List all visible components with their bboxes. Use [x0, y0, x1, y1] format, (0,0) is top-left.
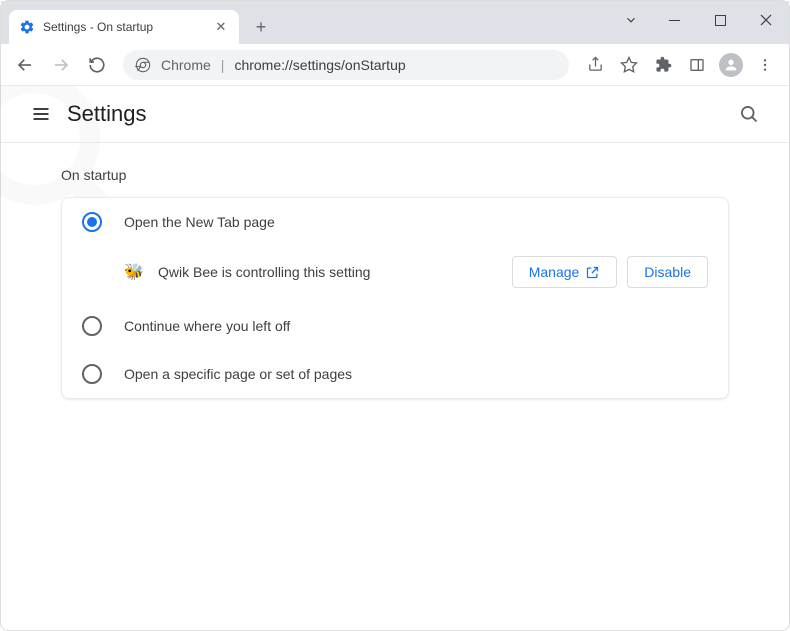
sidepanel-icon[interactable]	[681, 49, 713, 81]
chrome-icon	[135, 57, 151, 73]
back-button[interactable]	[9, 49, 41, 81]
radio-unselected[interactable]	[82, 316, 102, 336]
browser-tab[interactable]: Settings - On startup ✕	[9, 10, 239, 44]
reload-button[interactable]	[81, 49, 113, 81]
window-controls	[611, 1, 789, 39]
bookmark-star-icon[interactable]	[613, 49, 645, 81]
option-specific-pages[interactable]: Open a specific page or set of pages	[62, 350, 728, 398]
omnibox-separator: |	[221, 57, 225, 73]
share-icon[interactable]	[579, 49, 611, 81]
tab-title: Settings - On startup	[43, 20, 205, 34]
new-tab-button[interactable]: +	[247, 13, 275, 41]
startup-options-card: Open the New Tab page 🐝 Qwik Bee is cont…	[61, 197, 729, 399]
address-bar[interactable]: Chrome | chrome://settings/onStartup	[123, 50, 569, 80]
page-title: Settings	[67, 101, 147, 127]
tab-search-button[interactable]	[611, 1, 651, 39]
option-new-tab[interactable]: Open the New Tab page	[62, 198, 728, 246]
search-icon[interactable]	[729, 94, 769, 134]
radio-selected[interactable]	[82, 212, 102, 232]
manage-label: Manage	[529, 264, 580, 280]
disable-label: Disable	[644, 264, 691, 280]
gear-icon	[19, 19, 35, 35]
extension-text: Qwik Bee is controlling this setting	[158, 264, 498, 280]
extensions-icon[interactable]	[647, 49, 679, 81]
settings-header: Settings	[1, 86, 789, 143]
option-label: Continue where you left off	[124, 318, 290, 334]
option-continue[interactable]: Continue where you left off	[62, 302, 728, 350]
close-window-button[interactable]	[743, 1, 789, 39]
menu-dots-icon[interactable]	[749, 49, 781, 81]
settings-content: On startup Open the New Tab page 🐝 Qwik …	[1, 143, 789, 423]
external-link-icon	[585, 265, 600, 280]
minimize-button[interactable]	[651, 1, 697, 39]
forward-button[interactable]	[45, 49, 77, 81]
window-titlebar: Settings - On startup ✕ +	[1, 1, 789, 44]
profile-avatar[interactable]	[715, 49, 747, 81]
browser-toolbar: Chrome | chrome://settings/onStartup	[1, 44, 789, 86]
omnibox-url: chrome://settings/onStartup	[234, 57, 405, 73]
bee-icon: 🐝	[124, 262, 144, 282]
maximize-button[interactable]	[697, 1, 743, 39]
manage-button[interactable]: Manage	[512, 256, 618, 288]
disable-button[interactable]: Disable	[627, 256, 708, 288]
extension-notice: 🐝 Qwik Bee is controlling this setting M…	[62, 246, 728, 302]
section-title: On startup	[61, 167, 729, 183]
hamburger-menu-icon[interactable]	[21, 94, 61, 134]
close-icon[interactable]: ✕	[213, 19, 229, 35]
radio-unselected[interactable]	[82, 364, 102, 384]
omnibox-prefix: Chrome	[161, 57, 211, 73]
option-label: Open the New Tab page	[124, 214, 275, 230]
option-label: Open a specific page or set of pages	[124, 366, 352, 382]
